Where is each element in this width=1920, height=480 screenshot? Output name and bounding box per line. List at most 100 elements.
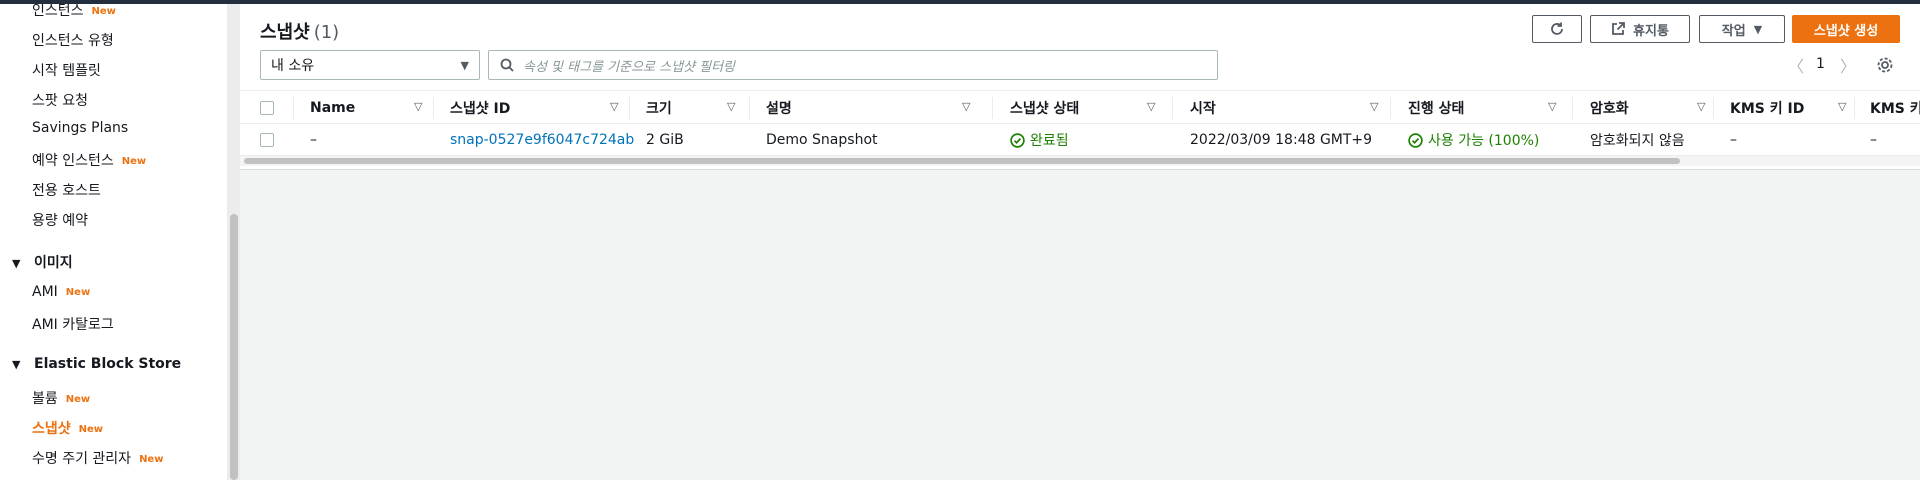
sidebar-section-ebs[interactable]: ▼ Elastic Block Store: [12, 356, 181, 372]
sidebar-item-ami[interactable]: AMI New: [32, 284, 90, 300]
sidebar-nav: 인스턴스 New 인스턴스 유형 시작 템플릿 스팟 요청 Savings Pla…: [0, 4, 228, 480]
column-header-label: 진행 상태: [1408, 101, 1465, 117]
sidebar-item-label: 인스턴스: [32, 4, 84, 19]
table-horizontal-scrollbar[interactable]: [240, 156, 1920, 166]
ownership-filter-select[interactable]: 내 소유 ▼: [260, 50, 480, 80]
column-header-label: 스냅샷 상태: [1010, 101, 1080, 117]
sidebar-item-capacity-reservations[interactable]: 용량 예약: [32, 210, 88, 230]
check-circle-icon: [1408, 132, 1423, 148]
snapshot-count: (1): [313, 22, 340, 43]
sidebar-section-images[interactable]: ▼ 이미지: [12, 252, 73, 272]
sidebar-item-label: 스냅샷: [32, 421, 71, 437]
refresh-button[interactable]: [1532, 15, 1582, 43]
create-snapshot-label: 스냅샷 생성: [1813, 23, 1879, 39]
section-title: 이미지: [34, 255, 73, 271]
new-badge: New: [121, 156, 147, 167]
recycle-bin-button[interactable]: 휴지통: [1590, 15, 1690, 43]
sidebar-item-spot-requests[interactable]: 스팟 요청: [32, 90, 88, 110]
actions-label: 작업: [1721, 23, 1746, 39]
column-header-label: 크기: [646, 101, 672, 117]
sidebar-item-instances[interactable]: 인스턴스 New: [32, 4, 116, 20]
column-divider: [293, 97, 294, 119]
column-divider: [749, 97, 750, 119]
column-header-progress[interactable]: 진행 상태 ▽: [1408, 91, 1568, 125]
sidebar-item-instance-types[interactable]: 인스턴스 유형: [32, 30, 114, 50]
actions-dropdown-button[interactable]: 작업 ▼: [1699, 15, 1785, 43]
settings-gear-icon[interactable]: [1876, 56, 1894, 74]
sort-icon: ▽: [1697, 100, 1706, 113]
sidebar-item-ami-catalog[interactable]: AMI 카탈로그: [32, 314, 114, 334]
sidebar-item-label: 볼륨: [32, 391, 58, 407]
sort-icon: ▽: [1548, 100, 1557, 113]
sort-icon: ▽: [1838, 100, 1847, 113]
cell-encryption: 암호화되지 않음: [1590, 133, 1685, 149]
column-divider: [629, 97, 630, 119]
column-header-name[interactable]: Name ▽: [310, 91, 432, 125]
column-header-started[interactable]: 시작 ▽: [1190, 91, 1390, 125]
snapshots-panel: 스냅샷 (1) 휴지통 작업 ▼ 스냅샷 생성 내 소유 ▼ 속성 및 태그를 기…: [240, 4, 1920, 170]
cell-started: 2022/03/09 18:48 GMT+9: [1190, 132, 1373, 148]
scrollbar-thumb[interactable]: [244, 158, 1680, 164]
refresh-icon: [1551, 22, 1563, 35]
current-page-number[interactable]: 1: [1816, 56, 1825, 72]
sidebar-item-launch-templates[interactable]: 시작 템플릿: [32, 60, 101, 80]
column-header-description[interactable]: 설명 ▽: [766, 91, 978, 125]
caret-down-icon: ▼: [12, 257, 21, 270]
new-badge: New: [78, 424, 104, 435]
recycle-bin-label: 휴지통: [1633, 23, 1669, 39]
new-badge: New: [65, 394, 91, 405]
column-header-kms-key-id[interactable]: KMS 키 ID ▽: [1730, 91, 1856, 125]
select-all-checkbox[interactable]: [260, 101, 274, 115]
table-header: Name ▽ 스냅샷 ID ▽ 크기 ▽ 설명 ▽ 스냅샷 상태 ▽ 시작 ▽: [240, 90, 1920, 124]
search-placeholder: 속성 및 태그를 기준으로 스냅샷 필터링: [523, 59, 736, 75]
column-divider: [433, 97, 434, 119]
sort-icon: ▽: [1370, 100, 1379, 113]
caret-down-icon: ▼: [1753, 22, 1763, 36]
sidebar-scrollbar[interactable]: [228, 4, 240, 480]
sidebar-item-label: AMI: [32, 284, 58, 300]
column-header-kms-key[interactable]: KMS 키: [1870, 91, 1920, 125]
caret-down-icon: ▼: [460, 59, 469, 72]
page-title-text: 스냅샷: [260, 22, 310, 43]
column-divider: [992, 97, 993, 119]
external-link-icon: [1612, 22, 1625, 35]
sidebar-item-savings-plans[interactable]: Savings Plans: [32, 120, 128, 136]
progress-text: 사용 가능 (100%): [1428, 133, 1540, 149]
sort-icon: ▽: [414, 100, 423, 113]
row-select-checkbox[interactable]: [260, 133, 274, 147]
column-divider: [1572, 97, 1573, 119]
check-circle-icon: [1010, 132, 1025, 148]
page-title: 스냅샷 (1): [260, 18, 339, 44]
create-snapshot-button[interactable]: 스냅샷 생성: [1792, 15, 1900, 43]
column-header-size[interactable]: 크기 ▽: [646, 91, 744, 125]
sidebar-item-lifecycle-manager[interactable]: 수명 주기 관리자 New: [32, 448, 163, 468]
sidebar-item-label: 예약 인스턴스: [32, 153, 114, 169]
scrollbar-thumb[interactable]: [230, 214, 238, 480]
new-badge: New: [91, 6, 116, 17]
column-header-encryption[interactable]: 암호화 ▽: [1590, 91, 1710, 125]
search-icon: [500, 58, 514, 72]
caret-down-icon: ▼: [12, 358, 21, 371]
column-divider: [1713, 97, 1714, 119]
cell-progress: 사용 가능 (100%): [1408, 124, 1539, 156]
table-row[interactable]: – snap-0527e9f6047c724ab 2 GiB Demo Snap…: [240, 124, 1920, 156]
column-header-label: KMS 키 ID: [1730, 101, 1805, 117]
sidebar-item-reserved-instances[interactable]: 예약 인스턴스 New: [32, 150, 146, 170]
sidebar-item-snapshots[interactable]: 스냅샷 New: [32, 418, 103, 438]
prev-page-icon[interactable]: 〈: [1788, 53, 1804, 77]
sidebar-item-volumes[interactable]: 볼륨 New: [32, 388, 90, 408]
column-header-snapshot-id[interactable]: 스냅샷 ID ▽: [450, 91, 628, 125]
cell-snapshot-id-link[interactable]: snap-0527e9f6047c724ab: [450, 124, 634, 156]
sidebar-item-dedicated-hosts[interactable]: 전용 호스트: [32, 180, 101, 200]
column-header-state[interactable]: 스냅샷 상태 ▽: [1010, 91, 1180, 125]
sort-icon: ▽: [727, 100, 736, 113]
column-header-label: Name: [310, 100, 356, 116]
sort-icon: ▽: [610, 100, 619, 113]
cell-name: –: [310, 132, 317, 148]
column-header-label: 암호화: [1590, 101, 1629, 117]
snapshot-search-input[interactable]: 속성 및 태그를 기준으로 스냅샷 필터링: [488, 50, 1218, 80]
cell-kms-key-id: –: [1730, 132, 1737, 148]
next-page-icon[interactable]: 〉: [1840, 53, 1856, 77]
section-title: Elastic Block Store: [34, 356, 182, 372]
column-divider: [1390, 97, 1391, 119]
